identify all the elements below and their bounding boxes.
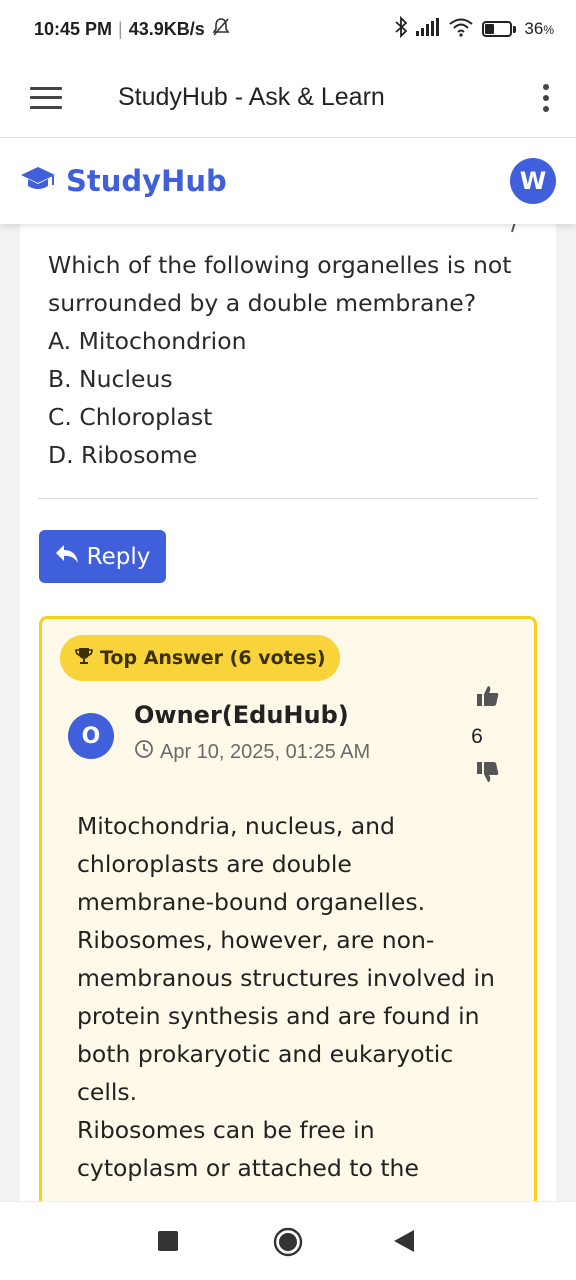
status-left: 10:45 PM | 43.9KB/s [34, 17, 231, 42]
option-c: C. Chloroplast [48, 403, 213, 431]
signal-icon [416, 17, 440, 41]
app-title: StudyHub - Ask & Learn [118, 83, 385, 111]
answer-line: membrane-bound organelles. [77, 888, 426, 916]
answer-line: membranous structures involved in [77, 964, 495, 992]
answer-line: Ribosomes, however, are non- [77, 926, 435, 954]
app-bar: StudyHub - Ask & Learn [0, 58, 576, 138]
status-time: 10:45 PM [34, 18, 113, 39]
back-triangle-icon[interactable] [394, 1230, 414, 1256]
answer-date-text: Apr 10, 2025, 01:25 AM [160, 740, 371, 763]
thumbs-down-icon[interactable] [476, 761, 500, 787]
answer-author: O Owner(EduHub) Apr 10, 2025, 01:25 AM [68, 701, 508, 771]
brand-name: StudyHub [66, 164, 227, 198]
status-bar: 10:45 PM | 43.9KB/s 36% [0, 0, 576, 58]
answer-line: cells. [77, 1078, 138, 1106]
vote-count: 6 [471, 725, 483, 748]
reply-button-label: Reply [86, 543, 151, 570]
option-a: A. Mitochondrion [48, 327, 247, 355]
answer-line: Ribosomes can be free in [77, 1116, 375, 1144]
clock-icon [134, 739, 154, 765]
answer-line: protein synthesis and are found in [77, 1002, 480, 1030]
vote-controls: 6 [462, 685, 518, 785]
thumbs-up-icon[interactable] [476, 685, 500, 711]
answer-body: Mitochondria, nucleus, and chloroplasts … [77, 807, 517, 1187]
question-card: Which of the following organelles is not… [20, 224, 556, 1201]
battery-unit: % [543, 23, 554, 37]
home-circle-icon[interactable] [273, 1227, 303, 1261]
reply-button[interactable]: Reply [39, 530, 166, 583]
trophy-icon [74, 646, 94, 671]
top-answer-badge: Top Answer (6 votes) [60, 635, 340, 681]
status-net-speed: 43.9KB/s [128, 18, 205, 39]
answer-line: chloroplasts are double [77, 850, 352, 878]
battery-icon [482, 21, 517, 37]
question-block: Which of the following organelles is not… [48, 246, 528, 474]
divider [38, 498, 538, 499]
answer-line: Mitochondria, nucleus, and [77, 812, 395, 840]
reply-arrow-icon [55, 544, 79, 570]
status-separator: | [118, 18, 123, 39]
option-d: D. Ribosome [48, 441, 198, 469]
question-options: A. Mitochondrion B. Nucleus C. Chloropla… [48, 322, 528, 474]
user-avatar[interactable]: W [510, 158, 556, 204]
site-header: StudyHub W [0, 138, 576, 224]
recents-square-icon[interactable] [158, 1231, 178, 1255]
author-name[interactable]: Owner(EduHub) [134, 701, 349, 729]
brand-logo[interactable]: StudyHub [20, 164, 227, 198]
wifi-icon [448, 17, 474, 42]
system-nav-bar [0, 1201, 576, 1280]
author-avatar[interactable]: O [68, 713, 114, 759]
more-options-icon[interactable] [540, 83, 552, 112]
graduation-cap-icon [20, 165, 56, 197]
bluetooth-icon [394, 15, 408, 43]
menu-icon[interactable] [30, 86, 62, 109]
mute-bell-icon [211, 17, 231, 42]
question-text: Which of the following organelles is not… [48, 251, 512, 317]
answer-line: both prokaryotic and eukaryotic [77, 1040, 454, 1068]
top-answer-box: Top Answer (6 votes) O Owner(EduHub) Apr… [39, 616, 537, 1201]
option-b: B. Nucleus [48, 365, 173, 393]
answer-line: cytoplasm or attached to the [77, 1154, 419, 1182]
answer-date: Apr 10, 2025, 01:25 AM [134, 739, 370, 765]
content-area: Which of the following organelles is not… [0, 224, 576, 1201]
pin-icon[interactable] [504, 224, 526, 240]
battery-percent: 36 [524, 19, 544, 38]
status-right: 36% [394, 15, 554, 43]
top-answer-badge-label: Top Answer (6 votes) [100, 647, 326, 669]
